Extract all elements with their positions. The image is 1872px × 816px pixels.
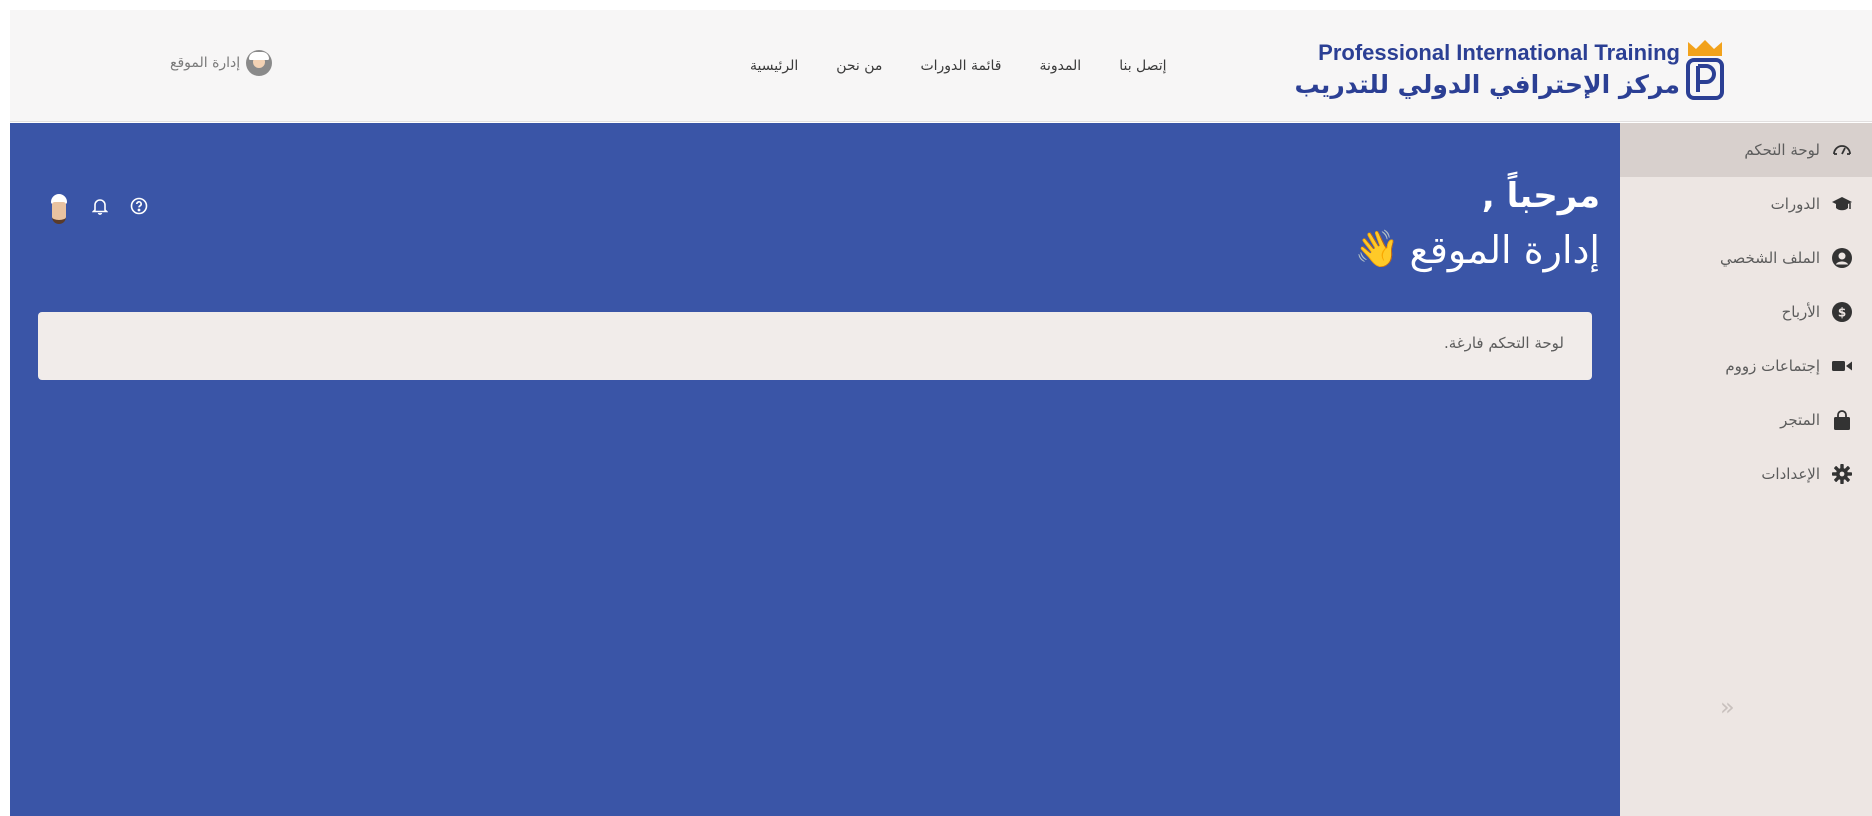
user-menu[interactable]: إدارة الموقع (170, 50, 273, 76)
sidebar-item-profile[interactable]: الملف الشخصي (1620, 231, 1872, 285)
sidebar-item-label: الإعدادات (1761, 465, 1820, 483)
nav-blog[interactable]: المدونة (1039, 58, 1081, 82)
sidebar-item-zoom-meetings[interactable]: إجتماعات زووم (1620, 339, 1872, 393)
sidebar-item-label: إجتماعات زووم (1725, 357, 1820, 375)
brand-name-en: Professional International Training (1318, 40, 1680, 65)
user-name-text: إدارة الموقع (1409, 228, 1600, 272)
top-header: Professional International Training مركز… (10, 10, 1872, 122)
avatar[interactable] (48, 193, 70, 224)
dashboard-gauge-icon (1830, 138, 1854, 162)
brand-name-ar: مركز الإحترافي الدولي للتدريب (1294, 70, 1680, 99)
sidebar-item-label: لوحة التحكم (1744, 141, 1820, 159)
user-circle-icon (1830, 246, 1854, 270)
video-camera-icon (1830, 354, 1854, 378)
double-chevron-icon[interactable]: » (1720, 693, 1735, 721)
welcome-block: مرحباً , إدارة الموقع 👋 (1355, 171, 1600, 279)
main-nav: الرئيسية من نحن قائمة الدورات المدونة إت… (750, 58, 1167, 82)
help-circle-icon[interactable] (130, 197, 148, 220)
sidebar-item-label: الملف الشخصي (1720, 249, 1820, 267)
sidebar-item-label: المتجر (1780, 411, 1820, 429)
sidebar-item-label: الدورات (1770, 195, 1820, 213)
bell-icon[interactable] (91, 197, 109, 220)
shopping-bag-icon (1830, 408, 1854, 432)
sidebar-item-courses[interactable]: الدورات (1620, 177, 1872, 231)
user-name-heading: إدارة الموقع 👋 (1355, 221, 1600, 279)
dollar-coin-icon: $ (1830, 300, 1854, 324)
brand-crown-logo-icon (1686, 40, 1724, 100)
wave-hand-icon: 👋 (1354, 229, 1400, 270)
empty-dashboard-text: لوحة التحكم فارغة. (1443, 334, 1564, 352)
nav-home[interactable]: الرئيسية (750, 58, 798, 82)
gear-icon (1830, 462, 1854, 486)
graduation-cap-icon (1830, 192, 1854, 216)
sidebar: لوحة التحكم الدورات الملف الشخصي الأرباح… (1620, 123, 1872, 816)
top-tools (48, 193, 148, 224)
nav-courses-list[interactable]: قائمة الدورات (920, 58, 1001, 82)
empty-dashboard-notice: لوحة التحكم فارغة. (38, 312, 1592, 380)
nav-about[interactable]: من نحن (836, 58, 882, 82)
sidebar-item-settings[interactable]: الإعدادات (1620, 447, 1872, 501)
svg-text:$: $ (1838, 306, 1846, 320)
brand-logo-block[interactable]: Professional International Training مركز… (1294, 28, 1728, 108)
sidebar-item-dashboard[interactable]: لوحة التحكم (1620, 123, 1872, 177)
nav-contact[interactable]: إتصل بنا (1119, 58, 1166, 82)
sidebar-item-store[interactable]: المتجر (1620, 393, 1872, 447)
sidebar-item-label: الأرباح (1781, 303, 1820, 321)
avatar (246, 50, 273, 76)
user-menu-label: إدارة الموقع (170, 55, 241, 71)
greeting-text: مرحباً , (1481, 176, 1600, 216)
sidebar-item-earnings[interactable]: الأرباح $ (1620, 285, 1872, 339)
dashboard-main: مرحباً , إدارة الموقع 👋 لوحة التحكم فارغ… (10, 123, 1620, 816)
